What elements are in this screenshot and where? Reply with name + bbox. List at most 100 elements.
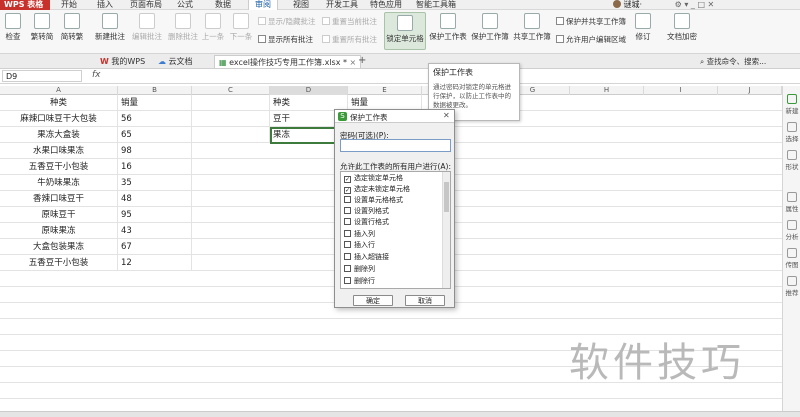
edit-comment-button[interactable]: 编辑批注 [130,13,164,42]
protect-workbook-button[interactable]: 保护工作簿 [470,13,510,42]
cell-a4[interactable]: 水果口味果冻 [0,143,118,159]
lock-cell-button[interactable]: 锁定单元格 [384,12,426,50]
menu-tab-page-layout[interactable]: 页面布局 [128,0,164,10]
cell-b1[interactable]: 销量 [118,95,192,111]
name-box[interactable]: D9 [2,70,82,82]
protect-sheet-button[interactable]: 保护工作表 [428,13,468,42]
cell-b4[interactable]: 98 [118,143,192,159]
cell-b6[interactable]: 35 [118,175,192,191]
permission-delete-rows[interactable]: 删除行 [344,276,375,287]
delete-comment-button[interactable]: 删除批注 [166,13,200,42]
permission-delete-columns[interactable]: 删除列 [344,264,375,275]
wps-logo[interactable]: WPS 表格 [0,0,50,10]
cell-a6[interactable]: 牛奶味果冻 [0,175,118,191]
next-comment-button[interactable]: 下一条 [228,13,254,42]
sidebar-item-upload-image[interactable]: 传图 [784,248,800,269]
show-hide-comment-button[interactable]: 显示/隐藏批注 [258,16,316,27]
cell-c1[interactable] [192,95,270,111]
sidebar-item-select[interactable]: 选择 [784,122,800,143]
cell-b5[interactable]: 16 [118,159,192,175]
permissions-list[interactable]: ✓ 选定锁定单元格 ✓ 选定未锁定单元格 设置单元格格式 设置列格式 设置行格式 插… [340,171,451,289]
cell-b2[interactable]: 56 [118,111,192,127]
sidebar-item-new[interactable]: 新建 [784,94,800,115]
cancel-button[interactable]: 取消 [405,295,445,306]
cell-b10[interactable]: 67 [118,239,192,255]
user-area[interactable]: 谜城· ⚙ ▾ _ □ ✕ [605,0,800,10]
fx-icon[interactable]: fx [92,70,101,80]
reset-current-comment-button[interactable]: 重置当前批注 [322,16,377,27]
menu-tab-insert[interactable]: 插入 [92,0,118,10]
cell-b8[interactable]: 95 [118,207,192,223]
sidebar-item-recommend[interactable]: 推荐 [784,276,800,297]
permission-format-rows[interactable]: 设置行格式 [344,217,389,228]
column-header-i[interactable]: I [644,86,718,95]
avatar[interactable] [613,0,621,8]
window-controls[interactable]: ⚙ ▾ _ □ ✕ [675,0,715,9]
permission-insert-hyperlinks[interactable]: 插入超链接 [344,252,389,263]
checkbox[interactable] [344,241,351,248]
checkbox[interactable]: ✓ [344,176,351,183]
column-header-c[interactable]: C [192,86,270,95]
cell-a3[interactable]: 果冻大盒装 [0,127,118,143]
tab-current-file[interactable]: ▦ excel操作技巧专用工作簿.xlsx * × [214,55,362,68]
new-tab-icon[interactable]: + [358,55,366,66]
column-header-h[interactable]: H [570,86,644,95]
allow-edit-ranges-button[interactable]: 允许用户编辑区域 [556,34,626,45]
cell-b3[interactable]: 65 [118,127,192,143]
checkbox[interactable] [344,218,351,225]
cell-b11[interactable]: 12 [118,255,192,271]
tab-cloud-docs[interactable]: ☁ 云文档 [154,55,197,68]
permissions-scrollbar[interactable] [442,172,450,288]
cell-a9[interactable]: 原味果冻 [0,223,118,239]
sheet-tab-bar[interactable] [0,411,800,417]
cell-c2[interactable] [192,111,270,127]
command-search[interactable]: ⌕ 查找命令、搜索... [700,56,766,67]
cell-a1[interactable]: 种类 [0,95,118,111]
cell-a11[interactable]: 五香豆干小包装 [0,255,118,271]
permission-insert-columns[interactable]: 插入列 [344,229,375,240]
checkbox[interactable]: ✓ [344,187,351,194]
menu-tab-home[interactable]: 开始 [56,0,82,10]
trad-to-simp-button[interactable]: 繁转简 [28,13,56,42]
checkbox[interactable] [344,207,351,214]
cell-b7[interactable]: 48 [118,191,192,207]
cell-a10[interactable]: 大盒包装果冻 [0,239,118,255]
column-header-d[interactable]: D [270,86,348,95]
new-comment-button[interactable]: 新建批注 [92,13,128,42]
spell-check-button[interactable]: 检查 [2,13,24,42]
scrollbar-thumb[interactable] [444,182,449,212]
cell-b9[interactable]: 43 [118,223,192,239]
tab-my-wps[interactable]: W 我的WPS [96,55,149,68]
checkbox[interactable] [344,253,351,260]
prev-comment-button[interactable]: 上一条 [200,13,226,42]
menu-tab-view[interactable]: 视图 [288,0,314,10]
menu-tab-developer[interactable]: 开发工具 [324,0,360,10]
permission-select-unlocked[interactable]: ✓ 选定未锁定单元格 [344,184,410,195]
dialog-titlebar[interactable]: S 保护工作表 ✕ [335,110,454,123]
column-header-e[interactable]: E [348,86,422,95]
sidebar-item-shape[interactable]: 形状 [784,150,800,171]
show-all-comments-button[interactable]: 显示所有批注 [258,34,313,45]
close-tab-icon[interactable]: × [350,58,357,67]
permission-insert-rows[interactable]: 插入行 [344,240,375,251]
sidebar-item-properties[interactable]: 属性 [784,192,800,213]
sidebar-item-analysis[interactable]: 分析 [784,220,800,241]
simp-to-trad-button[interactable]: 简转繁 [58,13,86,42]
ok-button[interactable]: 确定 [353,295,393,306]
permission-format-cells[interactable]: 设置单元格格式 [344,195,403,206]
cell-a5[interactable]: 五香豆干小包装 [0,159,118,175]
menu-tab-smart-tools[interactable]: 智能工具箱 [414,0,458,10]
cell-a8[interactable]: 原味豆干 [0,207,118,223]
password-input[interactable] [340,139,451,152]
menu-tab-features[interactable]: 特色应用 [368,0,404,10]
checkbox[interactable] [344,265,351,272]
share-workbook-button[interactable]: 共享工作簿 [512,13,552,42]
doc-encrypt-button[interactable]: 文档加密 [664,13,700,42]
checkbox[interactable] [344,230,351,237]
column-header-b[interactable]: B [118,86,192,95]
cell-c3[interactable] [192,127,270,143]
column-header-a[interactable]: A [0,86,118,95]
menu-tab-data[interactable]: 数据 [210,0,236,10]
permission-format-columns[interactable]: 设置列格式 [344,206,389,217]
menu-tab-formulas[interactable]: 公式 [172,0,198,10]
